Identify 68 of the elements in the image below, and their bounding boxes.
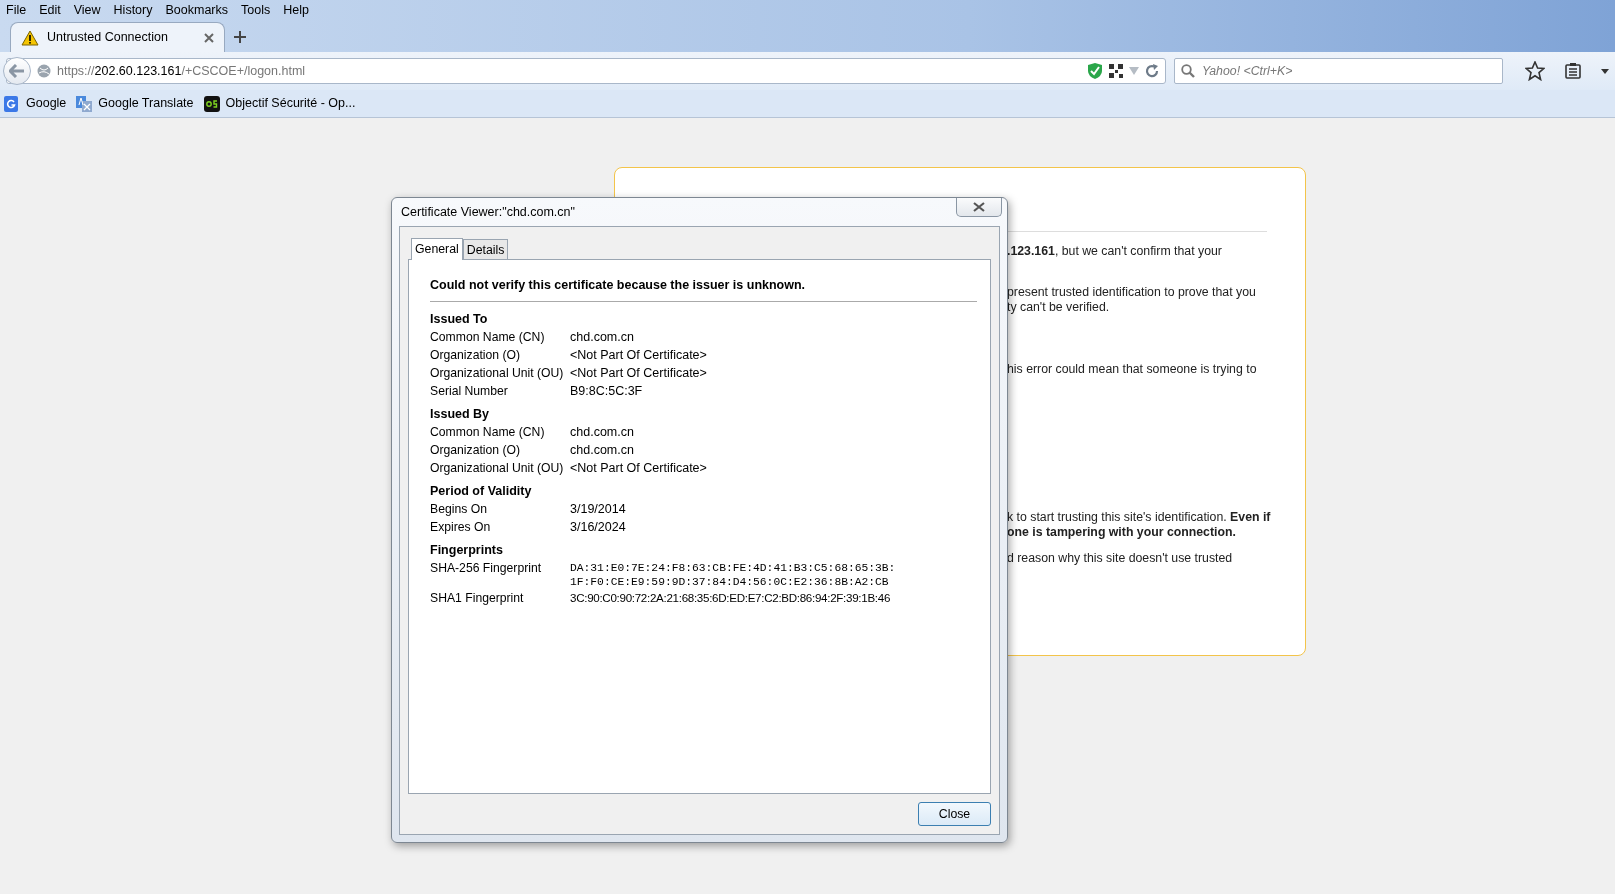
bookmark-star-icon[interactable] xyxy=(1525,61,1545,81)
field-label: Common Name (CN) xyxy=(430,424,545,439)
shield-check-icon[interactable] xyxy=(1087,62,1103,80)
bookmark-link[interactable]: Objectif Sécurité - Op... xyxy=(203,94,356,113)
dialog-tab[interactable]: General xyxy=(411,238,463,260)
close-icon[interactable] xyxy=(204,32,214,43)
close-button[interactable] xyxy=(956,198,1002,217)
qr-code-icon[interactable] xyxy=(1109,64,1123,78)
globe-icon xyxy=(37,64,51,78)
text-line: d reason why this site doesn't use trusted xyxy=(1007,551,1233,566)
new-tab-icon[interactable] xyxy=(233,30,247,44)
back-button[interactable] xyxy=(3,57,31,85)
menu-item[interactable]: File xyxy=(6,0,27,20)
field-label: Expires On xyxy=(430,519,491,534)
field-value: 3C:90:C0:90:72:2A:21:68:35:6D:ED:E7:C2:BD:86:94:2F:39:1B:46 xyxy=(570,589,891,606)
section-title: Fingerprints xyxy=(430,541,503,559)
clipboard-list-icon[interactable] xyxy=(1565,63,1581,79)
field-label: Serial Number xyxy=(430,383,508,398)
section-title: Issued By xyxy=(430,405,490,423)
translate-icon xyxy=(76,95,93,112)
warning-icon xyxy=(21,29,39,46)
field-label: Organization (O) xyxy=(430,442,521,457)
field-label: Begins On xyxy=(430,501,487,516)
text-line: k to start trusting this site's identification. Even if xyxy=(1007,510,1271,525)
menu-item[interactable]: Help xyxy=(283,0,309,20)
menu-item[interactable]: Edit xyxy=(39,0,61,20)
field-value: DA:31:E0:7E:24:F8:63:CB:FE:4D:41:B3:C5:68:65:3B:1F:F0:CE:E9:59:9D:37:84:D4:56:0C:E2:36:8B:A2:CB xyxy=(570,560,896,589)
bookmark-link[interactable]: Google xyxy=(4,94,67,113)
field-value: <Not Part Of Certificate> xyxy=(570,364,707,382)
field-value: <Not Part Of Certificate> xyxy=(570,346,707,364)
field-value: chd.com.cn xyxy=(570,328,634,346)
text-line: .123.161, but we can't confirm that your xyxy=(1007,244,1222,259)
field-label: Organization (O) xyxy=(430,347,521,362)
field-label: Organizational Unit (OU) xyxy=(430,460,564,475)
dialog-tab[interactable]: Details xyxy=(462,239,509,259)
text-line: ty can't be verified. xyxy=(1007,300,1110,315)
field-value: 3/16/2024 xyxy=(570,518,626,536)
badge-icon xyxy=(203,95,220,112)
back-arrow-icon xyxy=(9,64,25,78)
text-line: present trusted identification to prove that you xyxy=(1007,285,1256,300)
field-label: Common Name (CN) xyxy=(430,329,545,344)
field-value: <Not Part Of Certificate> xyxy=(570,459,707,477)
field-label: SHA1 Fingerprint xyxy=(430,590,524,605)
menu-item[interactable]: History xyxy=(113,0,153,20)
search-icon xyxy=(1181,64,1195,78)
menu-item[interactable]: Bookmarks xyxy=(165,0,228,20)
field-value: B9:8C:5C:3F xyxy=(570,382,643,400)
section-title: Issued To xyxy=(430,310,488,328)
close-button[interactable]: Close xyxy=(918,802,991,826)
close-icon xyxy=(973,202,985,212)
dialog-title: Certificate Viewer:"chd.com.cn" xyxy=(401,203,575,221)
browser-tab[interactable]: Untrusted Connection xyxy=(10,22,225,52)
field-value: 3/19/2014 xyxy=(570,500,626,518)
menu-arrow-icon[interactable] xyxy=(1601,68,1609,74)
field-label: Organizational Unit (OU) xyxy=(430,365,564,380)
reload-icon[interactable] xyxy=(1145,64,1159,78)
field-label: SHA-256 Fingerprint xyxy=(430,560,542,575)
section-title: Period of Validity xyxy=(430,482,532,500)
menu-item[interactable]: Tools xyxy=(241,0,271,20)
warning-heading: Could not verify this certificate because the issuer is unknown. xyxy=(430,276,977,302)
menu-item[interactable]: View xyxy=(73,0,101,20)
field-value: chd.com.cn xyxy=(570,441,634,459)
search-field[interactable]: Yahoo! <Ctrl+K> xyxy=(1174,58,1503,84)
bookmark-link[interactable]: Google Translate xyxy=(76,94,194,113)
field-value: chd.com.cn xyxy=(570,423,634,441)
google-g-icon xyxy=(4,95,20,112)
text-line: one is tampering with your connection. xyxy=(1007,525,1236,540)
text-line: his error could mean that someone is trying to xyxy=(1007,362,1257,377)
